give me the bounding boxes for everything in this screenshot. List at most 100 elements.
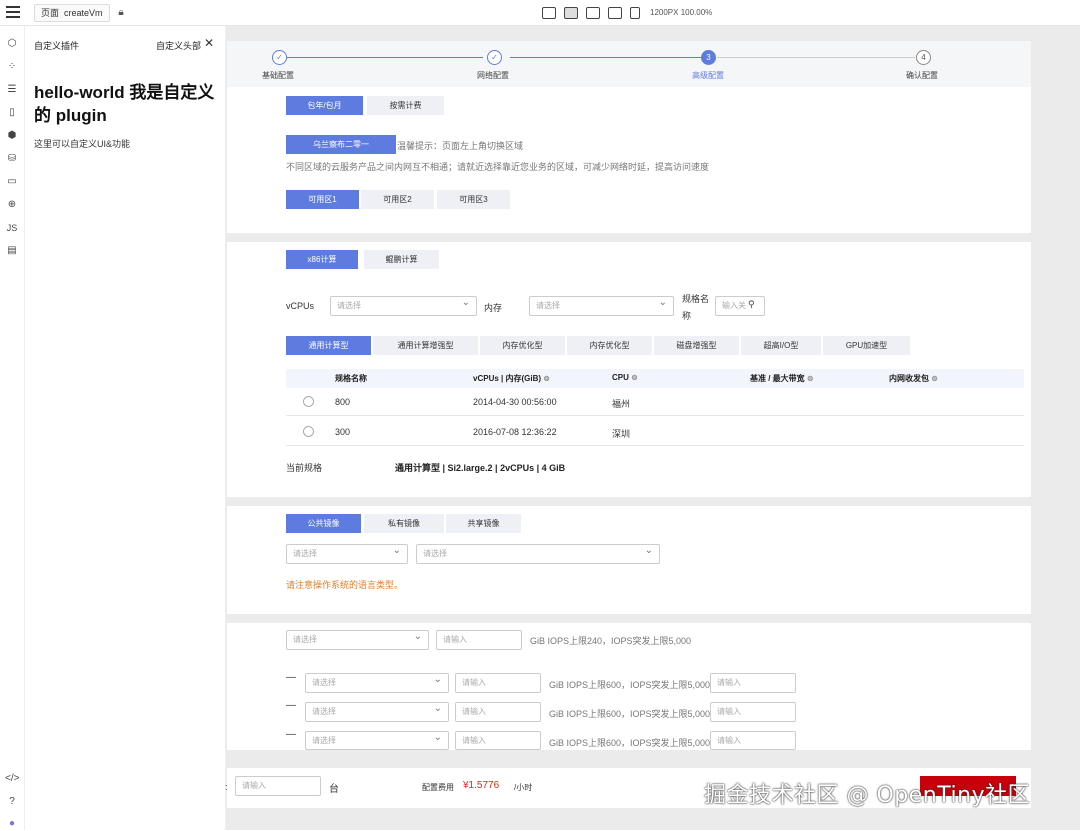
- image-warning: 请注意操作系统的语言类型。: [286, 580, 404, 590]
- data-disk-2-size-input[interactable]: 请输入: [455, 702, 541, 722]
- type-disk-button[interactable]: 磁盘增强型: [654, 336, 739, 355]
- row-2-date: 2016-07-08 12:36:22: [473, 427, 557, 437]
- col-cpu: CPU ⊜: [612, 373, 638, 382]
- type-general-button[interactable]: 通用计算型: [286, 336, 371, 355]
- plugin-title: 自定义插件: [34, 41, 80, 51]
- fee-per: /小时: [514, 783, 533, 792]
- billing-monthly-button[interactable]: 包年/包月: [286, 96, 363, 115]
- col-spec-name: 规格名称: [335, 374, 367, 383]
- step-2-label: 网络配置: [477, 71, 509, 80]
- desktop-icon[interactable]: [542, 7, 556, 19]
- close-icon[interactable]: ✕: [204, 36, 214, 50]
- col-pps-label: 内网收发包: [889, 374, 929, 383]
- steps-bar: ✓ 基础配置 ✓ 网络配置 3 高级配置 4 确认配置: [227, 41, 1031, 87]
- sort-icon[interactable]: ⊜: [631, 373, 638, 382]
- system-disk-size-input[interactable]: 请输入: [436, 630, 522, 650]
- step-1-label: 基础配置: [262, 71, 294, 80]
- database-icon[interactable]: ⛁: [5, 152, 19, 166]
- step-3-circle[interactable]: 3: [701, 50, 716, 65]
- data-disk-3-count-input[interactable]: 请输入: [710, 731, 796, 750]
- avatar-icon[interactable]: ●: [5, 817, 19, 831]
- system-disk-select[interactable]: 请选择: [286, 628, 429, 650]
- data-disk-3-select[interactable]: 请选择: [305, 729, 449, 750]
- image-public-button[interactable]: 公共镜像: [286, 514, 361, 533]
- data-disk-1-count-input[interactable]: 请输入: [710, 673, 796, 693]
- custom-header-link[interactable]: 自定义头部: [156, 39, 201, 52]
- remove-disk-1-icon[interactable]: —: [286, 672, 296, 683]
- quantity-input[interactable]: 请输入: [235, 776, 321, 796]
- remove-disk-2-icon[interactable]: —: [286, 700, 296, 711]
- page-selector[interactable]: 页面 createVm: [34, 4, 110, 22]
- block-icon[interactable]: ⬢: [5, 129, 19, 143]
- plugin-icon-bar: ⬡ ⁘ ☰ ▯ ⬢ ⛁ ▭ ⊕ JS ▤ </> ? ●: [0, 26, 25, 830]
- type-highio-button[interactable]: 超高I/O型: [741, 336, 821, 355]
- vcpus-select[interactable]: 请选择: [330, 294, 477, 316]
- zone-3-button[interactable]: 可用区3: [437, 190, 510, 209]
- row-divider: [286, 445, 1024, 446]
- search-icon[interactable]: ⚲: [748, 299, 755, 310]
- step-2-check-icon[interactable]: ✓: [487, 50, 502, 65]
- type-gpu-button[interactable]: GPU加速型: [823, 336, 910, 355]
- help-icon[interactable]: ?: [5, 795, 19, 809]
- tablet-icon[interactable]: [608, 7, 622, 19]
- storage-icon[interactable]: ▭: [5, 175, 19, 189]
- current-spec-value: 通用计算型 | Si2.large.2 | 2vCPUs | 4 GiB: [395, 463, 566, 473]
- device-switcher: [542, 6, 640, 20]
- memory-select[interactable]: 请选择: [529, 294, 674, 316]
- lock-icon[interactable]: 🔒︎: [114, 6, 128, 20]
- image-os-select[interactable]: 请选择: [286, 542, 408, 564]
- code-icon[interactable]: </>: [5, 772, 19, 786]
- image-version-select[interactable]: 请选择: [416, 542, 660, 564]
- cube-icon[interactable]: ⬡: [5, 37, 19, 51]
- data-disk-2-note: GiB IOPS上限600，IOPS突发上限5,000: [549, 709, 711, 719]
- plugin-description: 这里可以自定义UI&功能: [34, 139, 131, 149]
- canvas-size-readout: 1200PX 100.00%: [650, 8, 713, 17]
- row-2-name: 300: [335, 427, 351, 437]
- row-1-city: 福州: [612, 399, 631, 409]
- image-private-button[interactable]: 私有镜像: [364, 514, 444, 533]
- watermark: 掘金技术社区 @ OpenTiny社区: [704, 783, 1031, 808]
- type-memory-2-button[interactable]: 内存优化型: [567, 336, 652, 355]
- sort-icon[interactable]: ⊜: [807, 374, 814, 383]
- globe-icon[interactable]: ⊕: [5, 198, 19, 212]
- laptop-icon[interactable]: [564, 7, 578, 19]
- data-disk-2-select[interactable]: 请选择: [305, 700, 449, 722]
- zone-2-button[interactable]: 可用区2: [361, 190, 434, 209]
- bundle-icon[interactable]: ▤: [5, 244, 19, 258]
- zone-1-button[interactable]: 可用区1: [286, 190, 359, 209]
- fee-label: 配置费用: [422, 783, 454, 792]
- quantity-colon: :: [225, 782, 228, 792]
- data-disk-1-size-input[interactable]: 请输入: [455, 673, 541, 693]
- components-icon[interactable]: ⁘: [5, 60, 19, 74]
- region-card: 包年/包月 按需计费 乌兰察布二零一 温馨提示：页面左上角切换区域 不同区域的云…: [227, 87, 1031, 233]
- disk-card: 请选择 请输入 GiB IOPS上限240，IOPS突发上限5,000 — 请选…: [227, 623, 1031, 750]
- tree-icon[interactable]: ☰: [5, 83, 19, 97]
- spec-name-input[interactable]: 输入关: [715, 296, 765, 316]
- sort-icon[interactable]: ⊜: [931, 374, 938, 383]
- menu-icon[interactable]: [6, 6, 20, 18]
- type-memory-button[interactable]: 内存优化型: [480, 336, 565, 355]
- remove-disk-3-icon[interactable]: —: [286, 729, 296, 740]
- row-1-radio[interactable]: [303, 396, 314, 407]
- js-icon[interactable]: JS: [5, 221, 19, 235]
- arch-kunpeng-button[interactable]: 鲲鹏计算: [364, 250, 439, 269]
- data-disk-2-count-input[interactable]: 请输入: [710, 702, 796, 722]
- col-vcpus-label: vCPUs | 内存(GiB): [473, 374, 542, 383]
- file-icon[interactable]: ▯: [5, 106, 19, 120]
- step-1-check-icon[interactable]: ✓: [272, 50, 287, 65]
- image-shared-button[interactable]: 共享镜像: [446, 514, 521, 533]
- data-disk-1-select[interactable]: 请选择: [305, 671, 449, 693]
- tablet-landscape-icon[interactable]: [586, 7, 600, 19]
- region-button[interactable]: 乌兰察布二零一: [286, 135, 396, 154]
- type-general-enhanced-button[interactable]: 通用计算增强型: [373, 336, 478, 355]
- data-disk-3-size-input[interactable]: 请输入: [455, 731, 541, 750]
- mobile-icon[interactable]: [630, 7, 640, 19]
- region-tip: 温馨提示：页面左上角切换区域: [397, 141, 524, 151]
- step-4-circle[interactable]: 4: [916, 50, 931, 65]
- current-spec-label: 当前规格: [286, 463, 323, 473]
- arch-x86-button[interactable]: x86计算: [286, 250, 358, 269]
- billing-on-demand-button[interactable]: 按需计费: [367, 96, 444, 115]
- row-2-radio[interactable]: [303, 426, 314, 437]
- sort-icon[interactable]: ⊜: [543, 374, 550, 383]
- spec-name-label: 规格名称: [682, 294, 710, 321]
